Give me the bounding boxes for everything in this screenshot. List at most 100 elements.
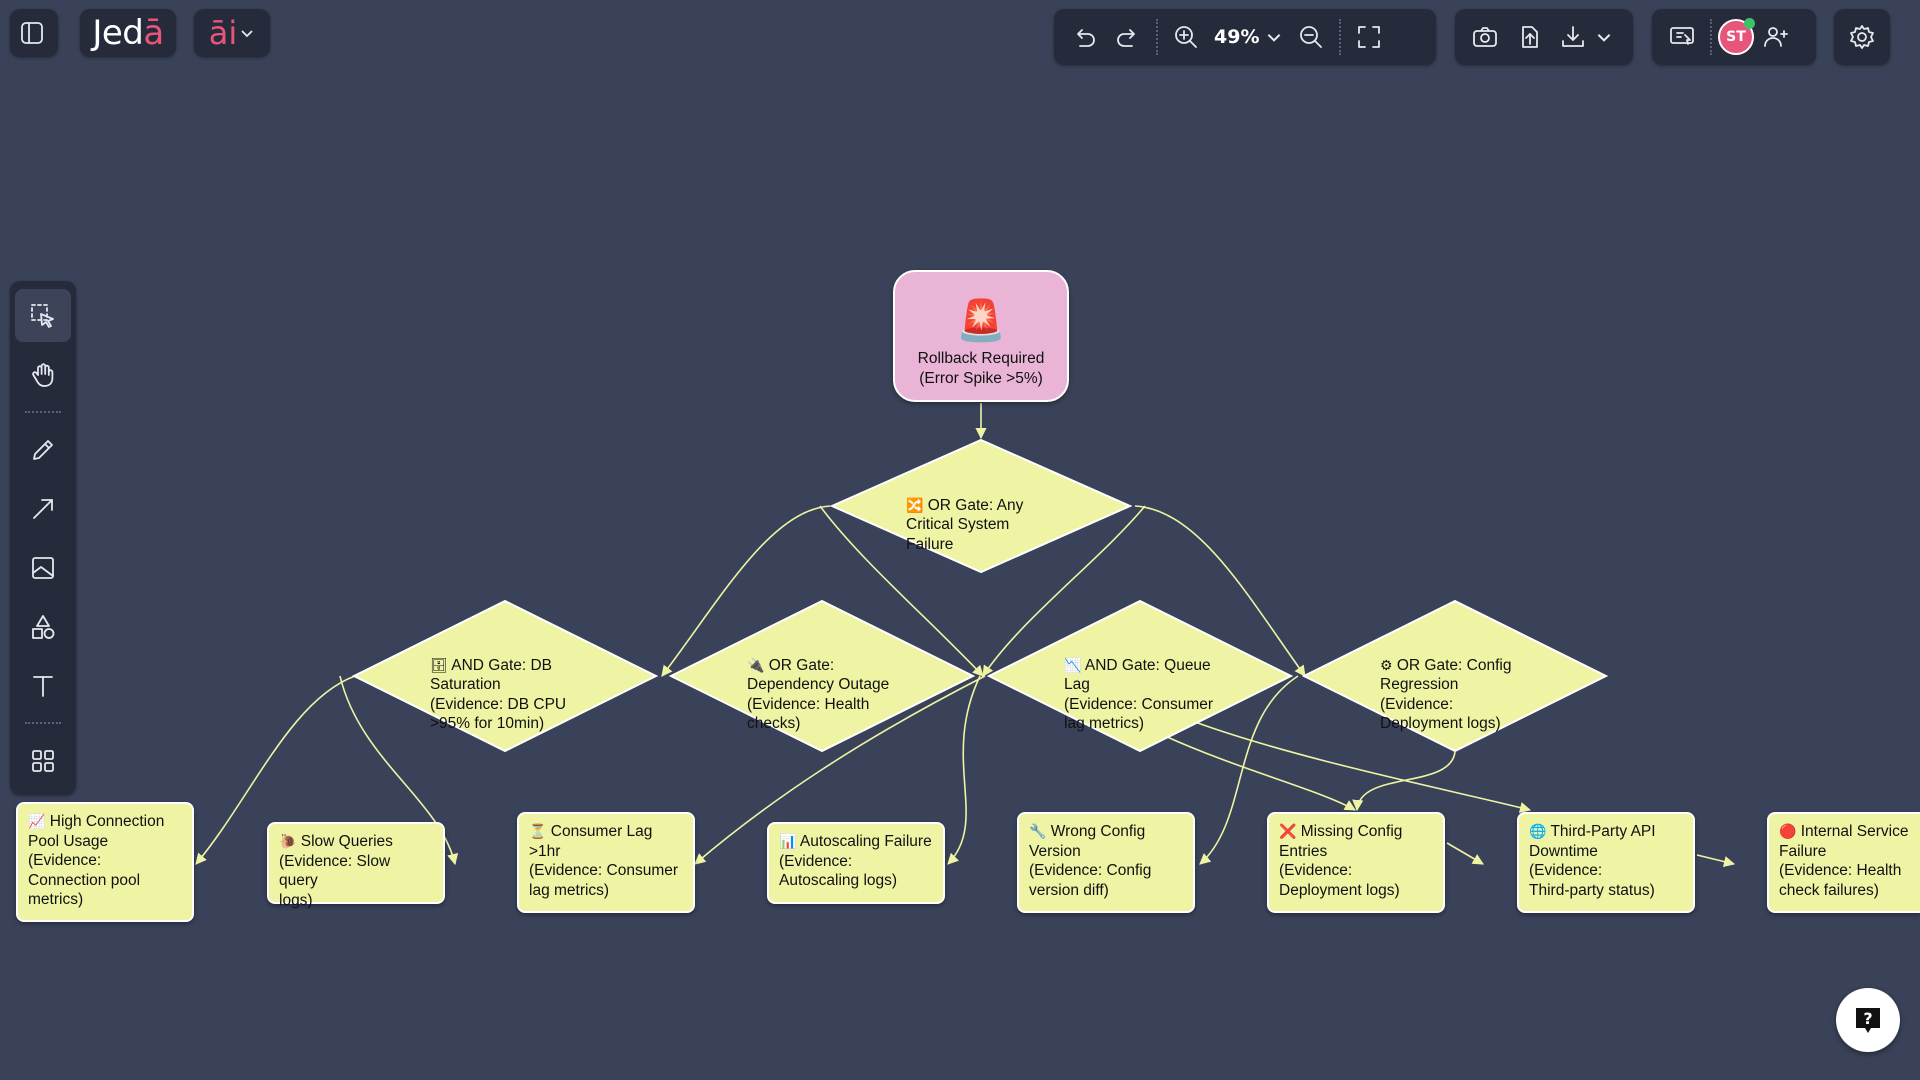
chart-up-icon: 📈 <box>28 813 46 829</box>
pan-tool[interactable] <box>15 348 71 401</box>
add-user-icon <box>1764 27 1788 47</box>
avatar[interactable]: ST <box>1718 18 1755 55</box>
export-toolbar <box>1455 9 1633 65</box>
edge-l5-l6 <box>1446 842 1484 865</box>
undo-button[interactable] <box>1062 15 1106 59</box>
leaf-l2[interactable]: ⏳ Consumer Lag >1hr (Evidence: Consumer … <box>517 812 695 913</box>
snail-icon: 🐌 <box>279 833 297 849</box>
zoom-in-button[interactable] <box>1164 15 1208 59</box>
ai-label: āi <box>208 14 238 52</box>
globe-icon: 🌐 <box>1529 823 1547 839</box>
divider <box>1710 19 1712 55</box>
chevron-down-icon <box>241 30 253 38</box>
brand-accent: ā <box>143 13 164 53</box>
fit-screen-icon <box>1358 26 1381 48</box>
brand-text: Jed <box>92 13 144 53</box>
camera-icon <box>1473 27 1497 47</box>
hand-icon <box>32 362 54 387</box>
gate-g4[interactable]: ⚙ OR Gate: Config Regression (Evidence: … <box>1380 636 1550 734</box>
leaf-l5[interactable]: ❌ Missing Config Entries (Evidence: Depl… <box>1267 812 1445 913</box>
arrow-icon <box>33 498 53 519</box>
image-tool[interactable] <box>15 541 71 594</box>
gate-g0[interactable]: 🔀 OR Gate: Any Critical System Failure <box>906 476 1056 554</box>
cross-icon: ❌ <box>1279 823 1297 839</box>
zoom-out-icon <box>1300 26 1323 48</box>
chart-down-icon: 📉 <box>1064 656 1082 673</box>
pencil-icon <box>33 439 53 460</box>
edge-g4-l5 <box>1352 751 1456 812</box>
image-icon <box>32 556 54 579</box>
leaf-l4[interactable]: 🔧 Wrong Config Version (Evidence: Config… <box>1017 812 1195 913</box>
hourglass-icon: ⏳ <box>529 823 547 839</box>
screen-share-button[interactable] <box>1660 15 1704 59</box>
leaf-l0[interactable]: 📈 High Connection Pool Usage (Evidence: … <box>16 802 194 922</box>
leaf-l1[interactable]: 🐌 Slow Queries (Evidence: Slow query log… <box>267 822 445 909</box>
help-button[interactable]: ? <box>1836 988 1900 1052</box>
gear-small-icon: ⚙ <box>1380 656 1393 673</box>
root-line1: Rollback Required <box>917 350 1045 367</box>
settings-button[interactable] <box>1834 9 1890 65</box>
edge-g3-l6 <box>1194 721 1532 813</box>
leaf-l7[interactable]: 🔴 Internal Service Failure (Evidence: He… <box>1767 812 1920 913</box>
collaboration-toolbar: ST <box>1652 9 1816 65</box>
bar-chart-icon: 📊 <box>779 833 797 849</box>
divider <box>25 722 61 724</box>
undo-icon <box>1077 29 1095 47</box>
online-status-dot <box>1744 18 1755 29</box>
fit-screen-button[interactable] <box>1347 15 1391 59</box>
shapes-icon <box>32 614 55 639</box>
root-node[interactable]: 🚨 Rollback Required (Error Spike >5%) <box>893 270 1069 402</box>
leaf-l6[interactable]: 🌐 Third-Party API Downtime (Evidence: Th… <box>1517 812 1695 913</box>
brand-logo[interactable]: Jedā <box>80 9 176 57</box>
connectors <box>195 403 1736 868</box>
red-circle-icon: 🔴 <box>1779 823 1797 839</box>
screen-share-icon <box>1670 27 1694 45</box>
edge-g2-l3 <box>947 675 981 865</box>
chevron-down-icon[interactable] <box>1595 28 1613 46</box>
gate-g3[interactable]: 📉 AND Gate: Queue Lag (Evidence: Consume… <box>1064 636 1234 734</box>
svg-text:?: ? <box>1863 1009 1872 1028</box>
tool-palette <box>10 281 76 795</box>
shuffle-icon: 🔀 <box>906 496 924 513</box>
gate-g2[interactable]: 🔌 OR Gate: Dependency Outage (Evidence: … <box>747 636 917 734</box>
download-icon <box>1562 26 1584 47</box>
zoom-out-button[interactable] <box>1289 15 1333 59</box>
divider <box>1339 19 1342 55</box>
gear-icon <box>1840 15 1884 59</box>
edge-g3-l5 <box>1164 735 1356 811</box>
templates-tool[interactable] <box>15 734 71 787</box>
edge-l6-l7 <box>1696 854 1736 868</box>
grid-icon <box>32 749 54 772</box>
sidebar-toggle-icon <box>10 11 54 55</box>
download-button[interactable] <box>1551 15 1595 59</box>
ai-menu-button[interactable]: āi <box>194 9 270 57</box>
select-tool[interactable] <box>15 289 71 342</box>
wrench-icon: 🔧 <box>1029 823 1047 839</box>
gate-g1[interactable]: 🗄 AND Gate: DB Saturation (Evidence: DB … <box>430 636 600 734</box>
zoom-in-icon <box>1175 26 1197 48</box>
siren-icon: 🚨 <box>956 299 1006 343</box>
divider <box>25 411 61 413</box>
database-icon: 🗄 <box>430 656 448 673</box>
help-icon: ? <box>1856 1008 1880 1033</box>
select-icon <box>31 303 54 328</box>
text-icon <box>33 675 53 697</box>
zoom-level[interactable]: 49% <box>1214 26 1259 48</box>
upload-icon <box>1522 26 1538 48</box>
add-user-button[interactable] <box>1754 15 1798 59</box>
leaf-l3[interactable]: 📊 Autoscaling Failure (Evidence: Autosca… <box>767 822 945 904</box>
root-line2: (Error Spike >5%) <box>919 369 1043 387</box>
divider <box>1156 19 1158 55</box>
history-zoom-toolbar: 49% <box>1054 9 1436 65</box>
screenshot-button[interactable] <box>1463 15 1507 59</box>
shapes-tool[interactable] <box>15 600 71 653</box>
pencil-tool[interactable] <box>15 423 71 476</box>
chevron-down-icon[interactable] <box>1265 28 1283 46</box>
sidebar-toggle-button[interactable] <box>10 9 58 57</box>
plug-icon: 🔌 <box>747 656 765 673</box>
arrow-tool[interactable] <box>15 482 71 535</box>
redo-icon <box>1117 29 1135 47</box>
upload-button[interactable] <box>1507 15 1551 59</box>
text-tool[interactable] <box>15 659 71 712</box>
redo-button[interactable] <box>1106 15 1150 59</box>
